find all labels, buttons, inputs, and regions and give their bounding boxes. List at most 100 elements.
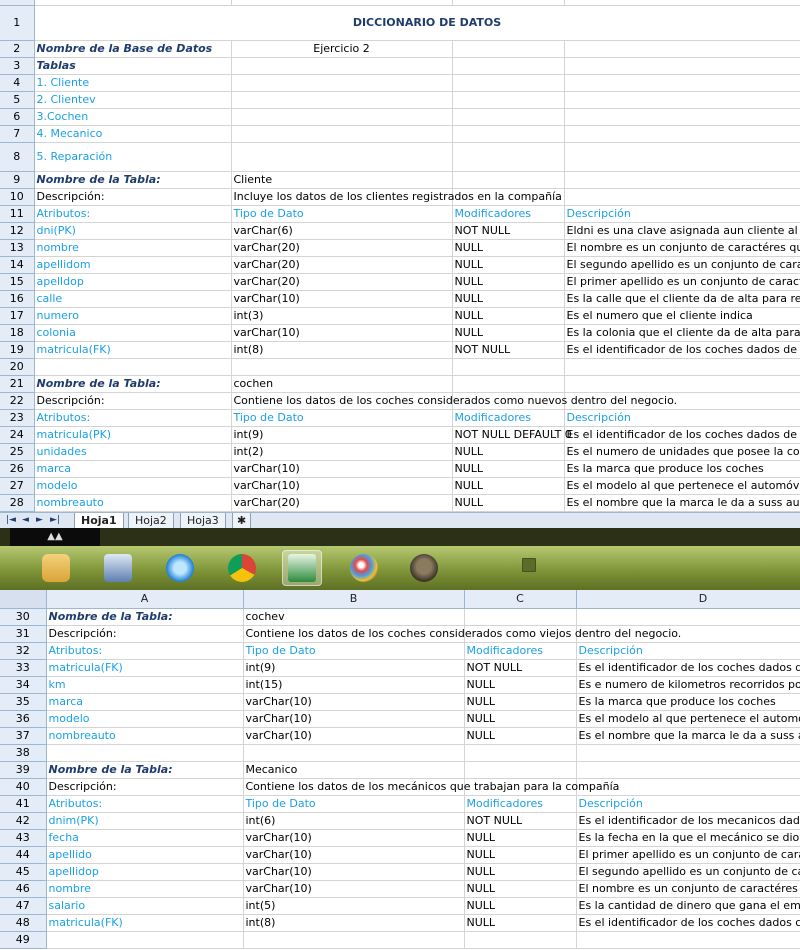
cell-d[interactable]: Descripción: [564, 205, 800, 223]
row-header[interactable]: 21: [0, 375, 35, 393]
cell-a[interactable]: Nombre de la Tabla:: [46, 761, 244, 779]
cell-b[interactable]: Incluye los datos de los clientes regist…: [231, 188, 562, 206]
cell-c[interactable]: NULL: [464, 693, 577, 711]
cell-b[interactable]: varChar(10): [231, 477, 453, 495]
cell-a[interactable]: fecha: [46, 829, 244, 847]
cell-b[interactable]: [231, 57, 453, 75]
cell-c[interactable]: NULL: [452, 324, 565, 342]
cell-b[interactable]: int(6): [243, 812, 465, 830]
row-header[interactable]: 46: [0, 880, 47, 898]
row-header[interactable]: 10: [0, 188, 35, 206]
cell-b[interactable]: [231, 108, 453, 126]
cell-c[interactable]: Modificadores: [464, 795, 577, 813]
cell-a[interactable]: Descripción:: [46, 778, 244, 796]
cell-d[interactable]: [564, 358, 800, 376]
cell-a[interactable]: nombre: [46, 880, 244, 898]
cell-c[interactable]: [452, 91, 565, 109]
cell-a[interactable]: marca: [46, 693, 244, 711]
cell-a[interactable]: km: [46, 676, 244, 694]
row-header[interactable]: 26: [0, 460, 35, 478]
row-header[interactable]: 36: [0, 710, 47, 728]
row-header[interactable]: 22: [0, 392, 35, 410]
row-header[interactable]: 33: [0, 659, 47, 677]
row-header[interactable]: 34: [0, 676, 47, 694]
cell-a[interactable]: 4. Mecanico: [34, 125, 232, 143]
internet-explorer-icon[interactable]: [160, 550, 200, 586]
row-header[interactable]: 12: [0, 222, 35, 240]
row-header[interactable]: 6: [0, 108, 35, 126]
row-header[interactable]: 9: [0, 171, 35, 189]
cell-d[interactable]: Es el identificador de los coches dados …: [576, 914, 800, 932]
cell-c[interactable]: NULL: [452, 494, 565, 512]
row-header[interactable]: 30: [0, 608, 47, 626]
cell-a[interactable]: Atributos:: [34, 205, 232, 223]
cell-d[interactable]: [564, 40, 800, 58]
cell-b[interactable]: cochen: [231, 375, 453, 393]
cell-d[interactable]: Es el modelo al que pertenece el automo: [576, 710, 800, 728]
cell-a[interactable]: nombreauto: [46, 727, 244, 745]
row-header[interactable]: 25: [0, 443, 35, 461]
row-header[interactable]: 41: [0, 795, 47, 813]
row-header[interactable]: 20: [0, 358, 35, 376]
cell-b[interactable]: int(2): [231, 443, 453, 461]
cell-d[interactable]: Es la fecha en la que el mecánico se dio: [576, 829, 800, 847]
cell-d[interactable]: El nombre es un conjunto de caractéres q…: [564, 239, 800, 257]
row-header[interactable]: 3: [0, 57, 35, 75]
virtualbox-icon[interactable]: [98, 550, 138, 586]
cell-b[interactable]: varChar(10): [243, 829, 465, 847]
cell-a[interactable]: 5. Reparación: [34, 142, 232, 172]
cell-d[interactable]: [564, 375, 800, 393]
cell-a[interactable]: numero: [34, 307, 232, 325]
cell-c[interactable]: [464, 608, 577, 626]
cell-a[interactable]: Descripción:: [46, 625, 244, 643]
cell-b[interactable]: varChar(10): [231, 460, 453, 478]
tab-hoja3[interactable]: Hoja3: [180, 513, 226, 529]
row-header[interactable]: 23: [0, 409, 35, 427]
cell-b[interactable]: varChar(10): [243, 710, 465, 728]
cell-c[interactable]: NULL: [452, 460, 565, 478]
cell-a[interactable]: nombre: [34, 239, 232, 257]
row-header[interactable]: 7: [0, 125, 35, 143]
tab-hoja2[interactable]: Hoja2: [128, 513, 174, 529]
taskbar-handle[interactable]: ▲▲: [10, 528, 100, 546]
tray-icon[interactable]: [520, 556, 536, 572]
cell-b[interactable]: varChar(6): [231, 222, 453, 240]
cell-d[interactable]: Descripción: [564, 409, 800, 427]
column-header-a[interactable]: A: [46, 590, 244, 609]
cell-b[interactable]: [231, 125, 453, 143]
cell-a[interactable]: Tablas: [34, 57, 232, 75]
cell-d[interactable]: [564, 125, 800, 143]
cell-b[interactable]: int(5): [243, 897, 465, 915]
cell-d[interactable]: [564, 108, 800, 126]
cell-a[interactable]: matricula(FK): [46, 659, 244, 677]
cell-b[interactable]: varChar(20): [231, 494, 453, 512]
cell-d[interactable]: Es el identificador de los mecanicos dad: [576, 812, 800, 830]
cell-c[interactable]: Modificadores: [464, 642, 577, 660]
cell-d[interactable]: Es e numero de kilometros recorridos po: [576, 676, 800, 694]
cell-d[interactable]: Es el nombre que la marca le da a suss a: [576, 727, 800, 745]
row-header[interactable]: 47: [0, 897, 47, 915]
cell-c[interactable]: NOT NULL: [464, 659, 577, 677]
cell-d[interactable]: Es el numero que el cliente indica: [564, 307, 800, 325]
row-header[interactable]: 17: [0, 307, 35, 325]
cell-b[interactable]: [231, 74, 453, 92]
row-header[interactable]: 35: [0, 693, 47, 711]
chrome-icon[interactable]: [222, 550, 262, 586]
cell-a[interactable]: Nombre de la Base de Datos: [34, 40, 232, 58]
cell-a[interactable]: apelldop: [34, 273, 232, 291]
row-header[interactable]: 39: [0, 761, 47, 779]
file-manager-icon[interactable]: [36, 550, 76, 586]
row-header[interactable]: 45: [0, 863, 47, 881]
cell-b[interactable]: varChar(10): [243, 846, 465, 864]
cell-c[interactable]: NOT NULL: [464, 812, 577, 830]
cell-c[interactable]: NOT NULL DEFAULT 0: [452, 426, 572, 444]
cell-d[interactable]: Es el identificador de los coches dados …: [564, 341, 800, 359]
cell-b[interactable]: Tipo de Dato: [231, 205, 453, 223]
row-header[interactable]: 11: [0, 205, 35, 223]
next-sheet-icon[interactable]: ►: [36, 515, 43, 525]
cell-c[interactable]: [452, 375, 565, 393]
cell-a[interactable]: salario: [46, 897, 244, 915]
cell-d[interactable]: Es la cantidad de dinero que gana el em: [576, 897, 800, 915]
cell-d[interactable]: El primer apellido es un conjunto de car…: [564, 273, 800, 291]
cell-c[interactable]: [452, 108, 565, 126]
